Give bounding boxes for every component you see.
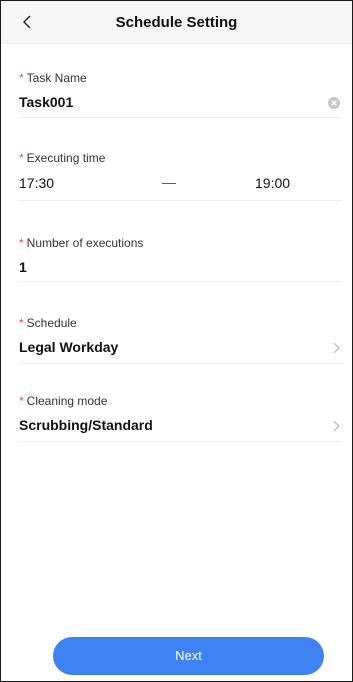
executions-value[interactable]: 1: [19, 259, 27, 275]
next-button[interactable]: Next: [53, 637, 324, 675]
time-separator: —: [162, 174, 176, 190]
page-title: Schedule Setting: [115, 14, 238, 31]
executing-time-field: * Executing time 17:30 — 19:00: [19, 145, 342, 201]
chevron-right-icon: [333, 420, 340, 432]
executions-label-row: * Number of executions: [19, 236, 143, 250]
chevron-right-icon: [333, 342, 340, 354]
schedule-field[interactable]: * Schedule Legal Workday: [19, 308, 342, 364]
task-name-label: Task Name: [26, 71, 87, 85]
schedule-label: Schedule: [26, 316, 77, 330]
start-time[interactable]: 17:30: [19, 175, 54, 191]
schedule-value: Legal Workday: [19, 339, 119, 355]
required-mark: *: [19, 151, 24, 165]
task-name-label-row: * Task Name: [19, 71, 87, 85]
executing-time-label-row: * Executing time: [19, 151, 105, 165]
cleaning-mode-field[interactable]: * Cleaning mode Scrubbing/Standard: [19, 387, 342, 442]
close-icon: [331, 100, 337, 106]
header-bar: Schedule Setting: [1, 1, 352, 44]
end-time[interactable]: 19:00: [255, 175, 290, 191]
app-frame: Schedule Setting * Task Name Task001 * Exe…: [0, 0, 353, 682]
executions-field[interactable]: * Number of executions 1: [19, 228, 342, 282]
cleaning-mode-label: Cleaning mode: [26, 394, 108, 408]
clear-icon[interactable]: [328, 97, 340, 109]
cleaning-mode-label-row: * Cleaning mode: [19, 394, 107, 408]
required-mark: *: [19, 236, 24, 250]
schedule-label-row: * Schedule: [19, 316, 77, 330]
executions-label: Number of executions: [26, 236, 144, 250]
executing-time-label: Executing time: [26, 151, 106, 165]
task-name-field[interactable]: * Task Name Task001: [19, 63, 342, 118]
required-mark: *: [19, 316, 24, 330]
cleaning-mode-value: Scrubbing/Standard: [19, 417, 153, 433]
task-name-value[interactable]: Task001: [19, 94, 73, 110]
required-mark: *: [19, 71, 24, 85]
required-mark: *: [19, 394, 24, 408]
